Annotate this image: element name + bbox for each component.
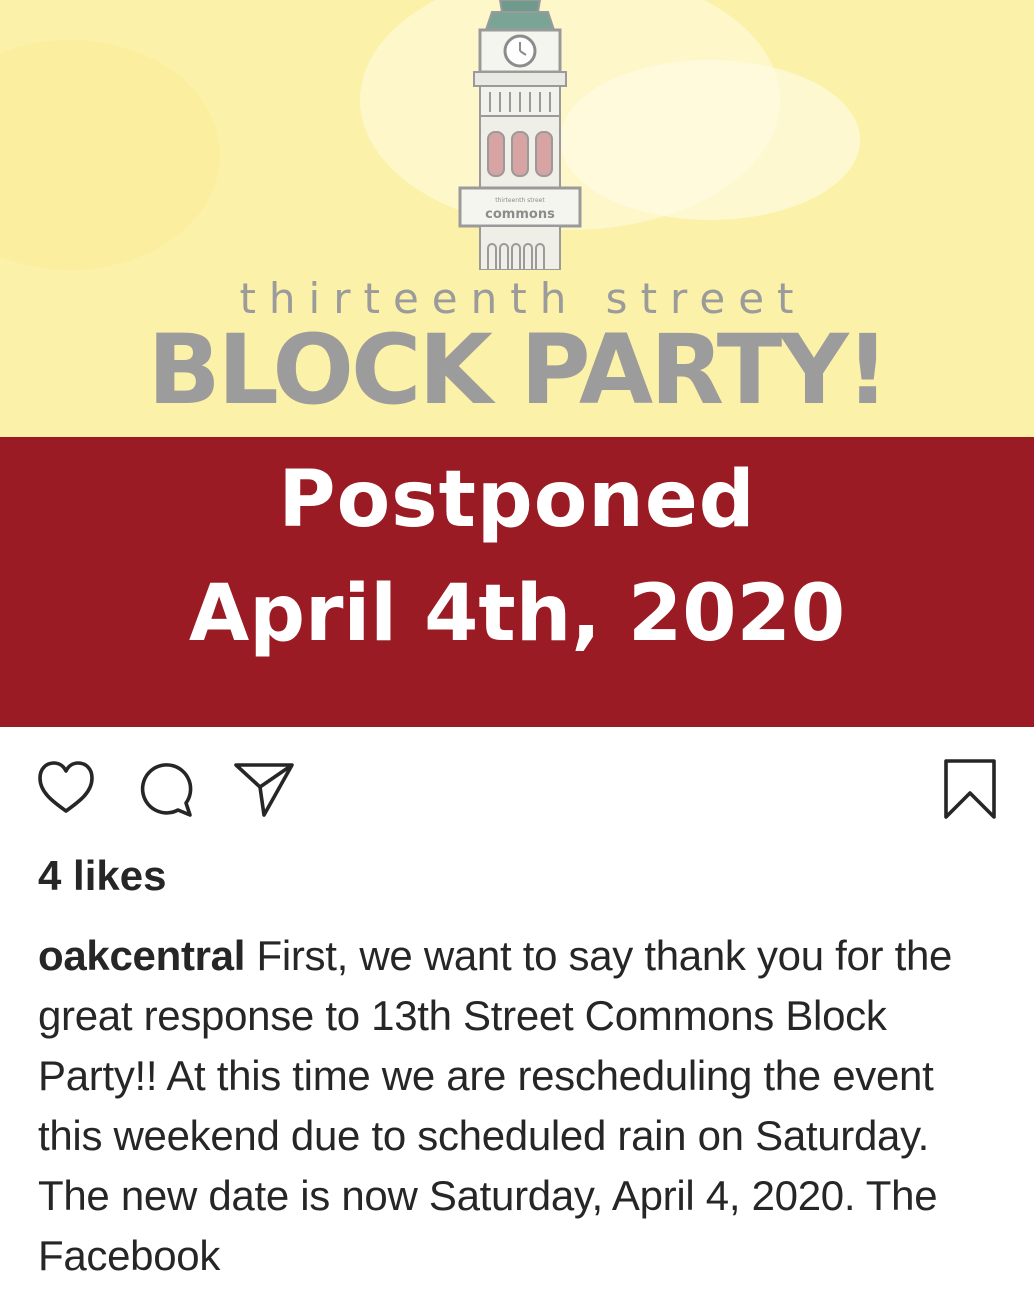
caption-text: First, we want to say thank you for the … (38, 932, 953, 1279)
banner-status: Postponed (278, 455, 756, 545)
postponed-banner: Postponed April 4th, 2020 (0, 437, 1034, 727)
banner-date: April 4th, 2020 (188, 569, 846, 659)
tower-sign-small: thirteenth street (495, 197, 545, 204)
bookmark-icon[interactable] (938, 757, 1002, 821)
paper-plane-icon[interactable] (232, 757, 296, 821)
caption-username[interactable]: oakcentral (38, 932, 245, 979)
clock-tower-illustration: thirteenth street commons (458, 0, 582, 270)
background-glow (0, 40, 220, 270)
post-actions-bar (0, 727, 1034, 837)
poster-top: thirteenth street commons thirteenth str… (0, 0, 1034, 437)
poster-headline: BLOCK PARTY! (147, 314, 889, 426)
post-image[interactable]: thirteenth street commons thirteenth str… (0, 0, 1034, 727)
likes-count[interactable]: 4 likes (38, 852, 166, 900)
comment-icon[interactable] (134, 757, 198, 821)
heart-icon[interactable] (34, 757, 98, 821)
post-caption: oakcentral First, we want to say thank y… (38, 926, 1008, 1286)
tower-sign: commons (485, 207, 555, 222)
